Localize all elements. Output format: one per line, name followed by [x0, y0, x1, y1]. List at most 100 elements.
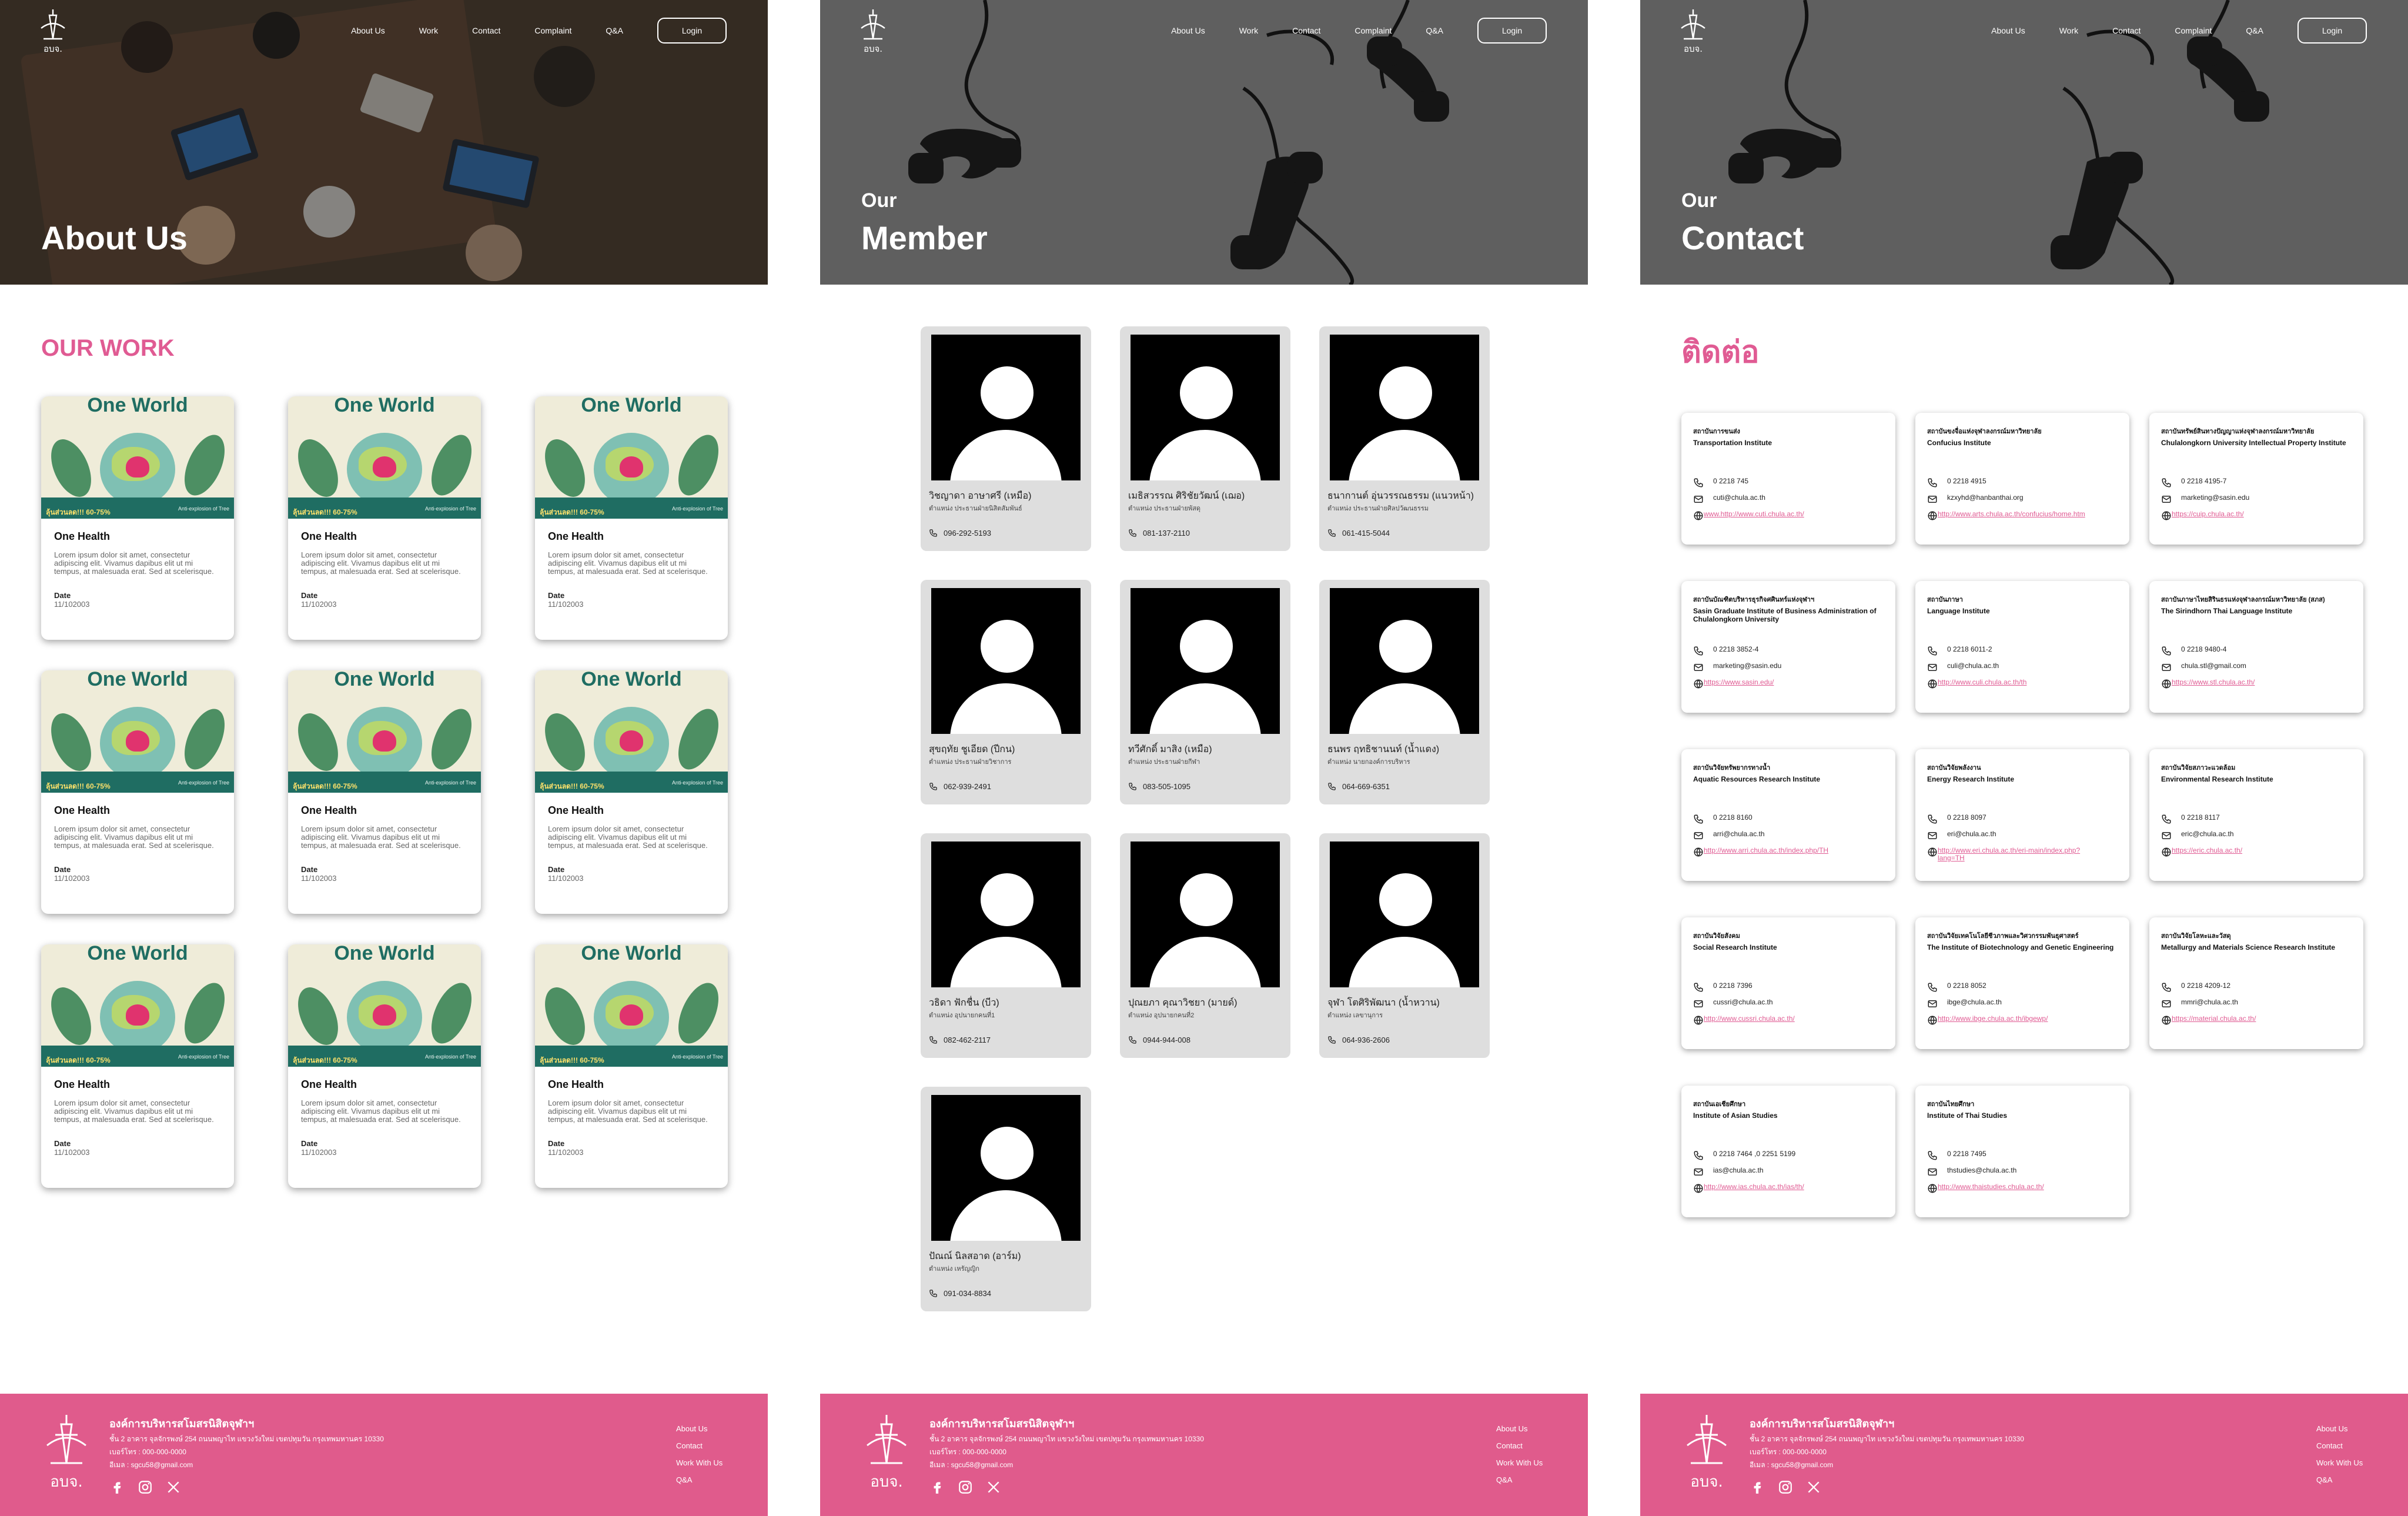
footer-link-contact[interactable]: Contact	[2316, 1441, 2363, 1458]
institute-phone[interactable]: 0 2218 6011-2	[1927, 646, 1992, 656]
nav-qa[interactable]: Q&A	[2246, 26, 2263, 35]
x-icon[interactable]	[166, 1480, 181, 1495]
website-link[interactable]: https://material.chula.ac.th/	[2172, 1015, 2325, 1023]
nav-about-us[interactable]: About Us	[1171, 26, 1205, 35]
footer-link-work-with-us[interactable]: Work With Us	[1496, 1458, 1543, 1475]
nav-work[interactable]: Work	[1239, 26, 1258, 35]
logo-icon[interactable]: อบจ.	[1677, 7, 1710, 55]
member-phone[interactable]: 091-034-8834	[929, 1289, 991, 1298]
institute-phone[interactable]: 0 2218 9480-4	[2161, 646, 2226, 656]
institute-website[interactable]: https://eric.chula.ac.th/	[2161, 847, 2325, 857]
institute-email[interactable]: eri@chula.ac.th	[1927, 830, 1996, 841]
footer-link-contact[interactable]: Contact	[676, 1441, 723, 1458]
institute-website[interactable]: http://www.arri.chula.ac.th/index.php/TH	[1693, 847, 1857, 857]
nav-contact[interactable]: Contact	[1292, 26, 1320, 35]
member-card[interactable]: สุขฤทัย ชูเอียด (ปีกน) ตำแหน่ง ประธานฝ่าย…	[921, 580, 1091, 804]
institute-phone[interactable]: 0 2218 7396	[1693, 982, 1753, 993]
institute-email[interactable]: marketing@sasin.edu	[1693, 662, 1781, 673]
x-icon[interactable]	[1806, 1480, 1821, 1495]
website-link[interactable]: http://www.ibge.chula.ac.th/ibgewp/	[1938, 1015, 2091, 1023]
website-link[interactable]: https://cuip.chula.ac.th/	[2172, 510, 2325, 518]
institute-email[interactable]: mmri@chula.ac.th	[2161, 999, 2238, 1009]
member-card[interactable]: ปุณยภา คุณาวิชยา (มายด์) ตำแหน่ง อุปนายกค…	[1120, 833, 1290, 1058]
member-card[interactable]: วธิดา ฟักชื่น (บีว) ตำแหน่ง อุปนายกคนที่1…	[921, 833, 1091, 1058]
footer-link-qa[interactable]: Q&A	[676, 1475, 723, 1492]
work-card[interactable]: One World ลุ้นส่วนลด!!! 60-75% Anti-explos…	[288, 944, 481, 1188]
member-card[interactable]: ทวีศักดิ์ มาสิง (เหมือ) ตำแหน่ง ประธานฝ่า…	[1120, 580, 1290, 804]
institute-website[interactable]: http://www.ibge.chula.ac.th/ibgewp/	[1927, 1015, 2091, 1026]
member-phone[interactable]: 064-936-2606	[1327, 1036, 1390, 1044]
institute-website[interactable]: https://www.stl.chula.ac.th/	[2161, 679, 2325, 689]
facebook-icon[interactable]	[929, 1480, 945, 1495]
website-link[interactable]: http://www.culi.chula.ac.th/th	[1938, 679, 2091, 686]
institute-email[interactable]: ias@chula.ac.th	[1693, 1167, 1764, 1177]
footer-link-about-us[interactable]: About Us	[676, 1424, 723, 1441]
institute-email[interactable]: ibge@chula.ac.th	[1927, 999, 2002, 1009]
work-card[interactable]: One World ลุ้นส่วนลด!!! 60-75% Anti-explos…	[41, 670, 234, 914]
institute-phone[interactable]: 0 2218 4915	[1927, 477, 1986, 488]
work-card[interactable]: One World ลุ้นส่วนลด!!! 60-75% Anti-explos…	[535, 670, 728, 914]
nav-about-us[interactable]: About Us	[1991, 26, 2025, 35]
institute-phone[interactable]: 0 2218 8097	[1927, 814, 1986, 824]
facebook-icon[interactable]	[1750, 1480, 1765, 1495]
member-phone[interactable]: 083-505-1095	[1128, 782, 1190, 791]
institute-email[interactable]: cussri@chula.ac.th	[1693, 999, 1773, 1009]
institute-email[interactable]: eric@chula.ac.th	[2161, 830, 2234, 841]
work-card[interactable]: One World ลุ้นส่วนลด!!! 60-75% Anti-explos…	[41, 396, 234, 640]
x-icon[interactable]	[986, 1480, 1001, 1495]
institute-website[interactable]: http://www.arts.chula.ac.th/confucius/ho…	[1927, 510, 2091, 521]
institute-phone[interactable]: 0 2218 745	[1693, 477, 1748, 488]
institute-phone[interactable]: 0 2218 4195-7	[2161, 477, 2226, 488]
login-button[interactable]: Login	[2297, 18, 2367, 44]
facebook-icon[interactable]	[109, 1480, 125, 1495]
institute-email[interactable]: marketing@sasin.edu	[2161, 494, 2249, 505]
institute-email[interactable]: kzxyhd@hanbanthai.org	[1927, 494, 2024, 505]
work-card[interactable]: One World ลุ้นส่วนลด!!! 60-75% Anti-explos…	[288, 670, 481, 914]
logo-icon[interactable]: อบจ.	[36, 7, 69, 55]
footer-link-work-with-us[interactable]: Work With Us	[676, 1458, 723, 1475]
website-link[interactable]: http://www.arts.chula.ac.th/confucius/ho…	[1938, 510, 2091, 518]
login-button[interactable]: Login	[657, 18, 727, 44]
nav-complaint[interactable]: Complaint	[534, 26, 571, 35]
website-link[interactable]: www.http://www.cuti.chula.ac.th/	[1704, 510, 1857, 518]
institute-website[interactable]: www.http://www.cuti.chula.ac.th/	[1693, 510, 1857, 521]
member-card[interactable]: ปัณณ์ นิลสอาด (อาร์ม) ตำแหน่ง เหรัญญิก 091…	[921, 1087, 1091, 1311]
website-link[interactable]: http://www.ias.chula.ac.th/ias/th/	[1704, 1183, 1857, 1191]
member-card[interactable]: วิชญาดา อาษาศรี (เหมือ) ตำแหน่ง ประธานฝ่า…	[921, 326, 1091, 551]
institute-website[interactable]: http://www.culi.chula.ac.th/th	[1927, 679, 2091, 689]
nav-complaint[interactable]: Complaint	[1354, 26, 1392, 35]
institute-website[interactable]: http://www.eri.chula.ac.th/eri-main/inde…	[1927, 847, 2091, 862]
member-phone[interactable]: 096-292-5193	[929, 529, 991, 537]
institute-phone[interactable]: 0 2218 8160	[1693, 814, 1753, 824]
instagram-icon[interactable]	[1778, 1480, 1793, 1495]
institute-phone[interactable]: 0 2218 7495	[1927, 1150, 1986, 1161]
website-link[interactable]: http://www.thaistudies.chula.ac.th/	[1938, 1183, 2091, 1191]
member-phone[interactable]: 061-415-5044	[1327, 529, 1390, 537]
nav-contact[interactable]: Contact	[2112, 26, 2141, 35]
institute-website[interactable]: http://www.ias.chula.ac.th/ias/th/	[1693, 1183, 1857, 1194]
nav-work[interactable]: Work	[419, 26, 438, 35]
login-button[interactable]: Login	[1477, 18, 1547, 44]
footer-link-qa[interactable]: Q&A	[1496, 1475, 1543, 1492]
work-card[interactable]: One World ลุ้นส่วนลด!!! 60-75% Anti-explos…	[535, 396, 728, 640]
footer-link-about-us[interactable]: About Us	[2316, 1424, 2363, 1441]
website-link[interactable]: http://www.arri.chula.ac.th/index.php/TH	[1704, 847, 1857, 854]
institute-phone[interactable]: 0 2218 7464 ,0 2251 5199	[1693, 1150, 1795, 1161]
footer-link-about-us[interactable]: About Us	[1496, 1424, 1543, 1441]
website-link[interactable]: https://www.sasin.edu/	[1704, 679, 1857, 686]
institute-website[interactable]: https://cuip.chula.ac.th/	[2161, 510, 2325, 521]
nav-qa[interactable]: Q&A	[1426, 26, 1443, 35]
member-phone[interactable]: 062-939-2491	[929, 782, 991, 791]
footer-link-work-with-us[interactable]: Work With Us	[2316, 1458, 2363, 1475]
website-link[interactable]: https://eric.chula.ac.th/	[2172, 847, 2325, 854]
institute-website[interactable]: https://www.sasin.edu/	[1693, 679, 1857, 689]
institute-email[interactable]: arri@chula.ac.th	[1693, 830, 1765, 841]
instagram-icon[interactable]	[138, 1480, 153, 1495]
nav-contact[interactable]: Contact	[472, 26, 500, 35]
institute-phone[interactable]: 0 2218 3852-4	[1693, 646, 1758, 656]
website-link[interactable]: https://www.stl.chula.ac.th/	[2172, 679, 2325, 686]
website-link[interactable]: http://www.eri.chula.ac.th/eri-main/inde…	[1938, 847, 2091, 862]
nav-complaint[interactable]: Complaint	[2175, 26, 2212, 35]
footer-logo-icon[interactable]: อบจ.	[1681, 1411, 1732, 1494]
institute-phone[interactable]: 0 2218 4209-12	[2161, 982, 2230, 993]
